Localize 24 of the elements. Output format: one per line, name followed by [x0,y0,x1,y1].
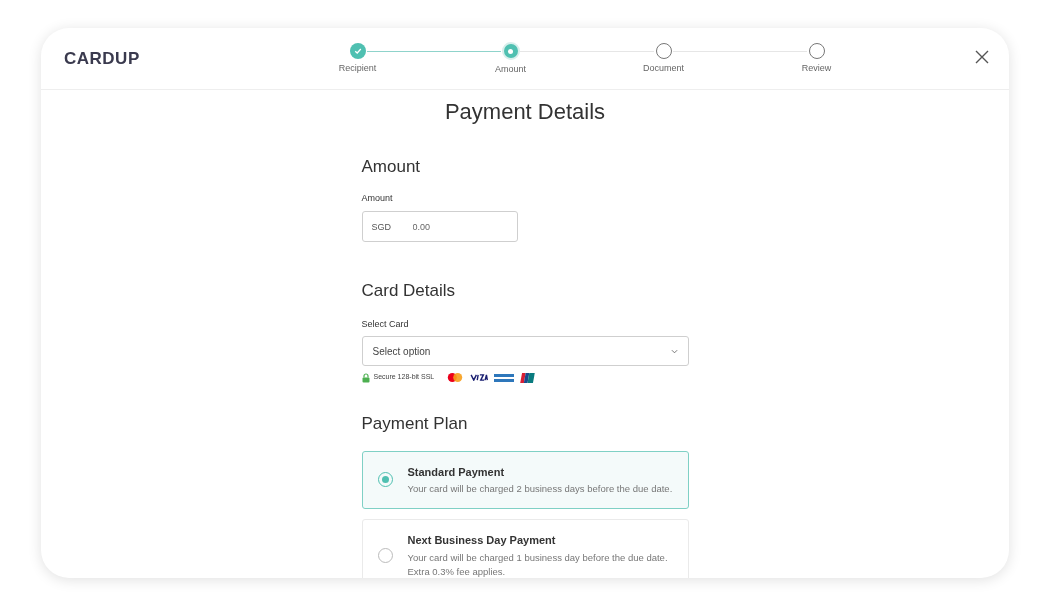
section-heading: Payment Plan [361,413,469,435]
payment-option[interactable]: Standard Payment Your card will be charged 2 business days before the due date. [361,450,689,509]
mastercard-icon [446,372,465,383]
page-title: Payment Details [444,98,606,126]
step-label: Amount [495,63,526,76]
option-description: Your card will be charged 2 business days before the due date. [407,482,673,496]
field-label: Amount [361,191,394,205]
section-heading: Amount [361,156,422,178]
card-select[interactable]: Select option [361,336,689,366]
step-label: Document [643,62,684,75]
option-title: Standard Payment [407,464,506,480]
step-label: Review [801,62,832,75]
logo: CARDUP [64,47,140,70]
close-button[interactable] [975,50,989,64]
visa-icon [470,374,489,381]
section-heading: Card Details [361,280,457,302]
step-label: Recipient [338,62,377,75]
currency-label: SGD [371,221,391,234]
option-title: Next Business Day Payment [407,533,557,548]
caret-icon [670,348,678,354]
option-description: Your card will be charged 1 business day before the due date. Extra 0.3% fee applies. [407,550,668,578]
field-label: Select Card [361,317,410,331]
payment-option[interactable]: Next Business Day Payment Your card will be charged 1 business day before the due date. Extra 0.3% fee applies. [361,519,689,578]
lock-icon [361,372,370,383]
